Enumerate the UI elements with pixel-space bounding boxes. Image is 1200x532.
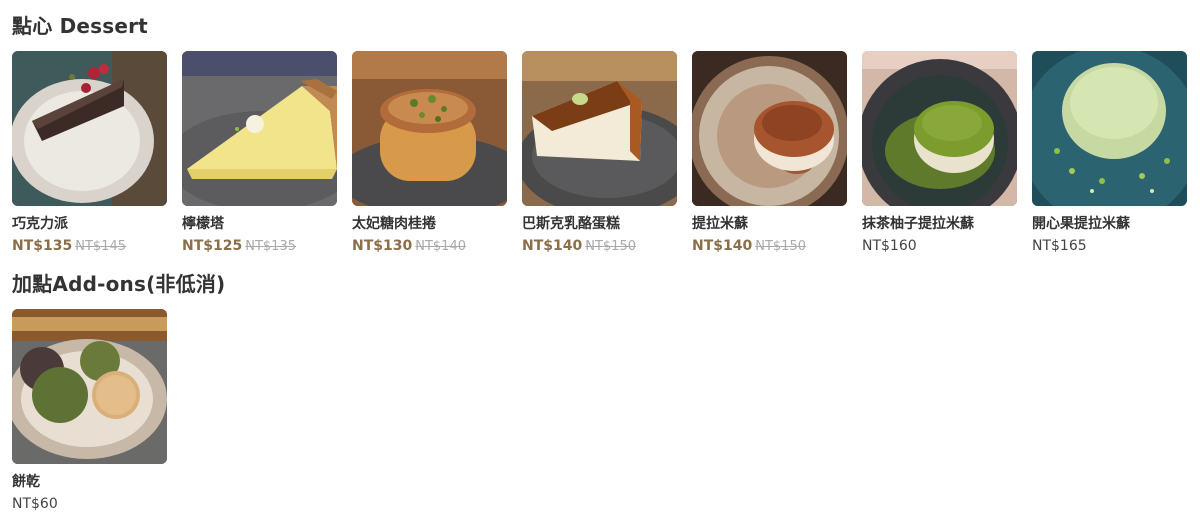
price-row: NT$60 [12, 495, 167, 513]
menu-item-name: 太妃糖肉桂捲 [352, 216, 436, 232]
chocolate-tart-image[interactable] [12, 51, 167, 206]
tiramisu-image[interactable] [692, 51, 847, 206]
menu-item-card[interactable]: 提拉米蘇 NT$140 NT$150 [692, 51, 847, 255]
section-title-addons: 加點Add-ons(非低消) [12, 272, 226, 296]
original-price: NT$135 [245, 239, 296, 254]
original-price: NT$150 [585, 239, 636, 254]
menu-item-card[interactable]: 餅乾 NT$60 [12, 309, 167, 513]
menu-item-name: 抹茶柚子提拉米蘇 [862, 216, 974, 232]
menu-item-name: 檸檬塔 [182, 216, 224, 232]
menu-item-card[interactable]: 太妃糖肉桂捲 NT$130 NT$140 [352, 51, 507, 255]
basque-cheesecake-image[interactable] [522, 51, 677, 206]
lemon-tart-image[interactable] [182, 51, 337, 206]
price: NT$165 [1032, 238, 1087, 254]
price-row: NT$125 NT$135 [182, 237, 337, 255]
pistachio-tiramisu-image[interactable] [1032, 51, 1187, 206]
menu-item-name: 提拉米蘇 [692, 216, 748, 232]
menu-item-card[interactable]: 巧克力派 NT$135 NT$145 [12, 51, 167, 255]
price-row: NT$135 NT$145 [12, 237, 167, 255]
menu-item-name: 開心果提拉米蘇 [1032, 216, 1130, 232]
sale-price: NT$140 [522, 238, 583, 254]
price-row: NT$130 NT$140 [352, 237, 507, 255]
price-row: NT$160 [862, 237, 1017, 255]
addons-grid: 餅乾 NT$60 [12, 309, 167, 513]
sale-price: NT$125 [182, 238, 243, 254]
original-price: NT$150 [755, 239, 806, 254]
section-title-dessert: 點心 Dessert [12, 14, 148, 38]
menu-item-name: 餅乾 [12, 474, 40, 490]
price-row: NT$140 NT$150 [522, 237, 677, 255]
original-price: NT$145 [75, 239, 126, 254]
toffee-cinnamon-roll-image[interactable] [352, 51, 507, 206]
menu-page: 點心 Dessert 巧克力派 NT$135 NT$145 檸檬塔 NT$125… [0, 0, 1200, 532]
menu-item-name: 巧克力派 [12, 216, 68, 232]
cookies-image[interactable] [12, 309, 167, 464]
menu-item-card[interactable]: 巴斯克乳酪蛋糕 NT$140 NT$150 [522, 51, 677, 255]
price: NT$60 [12, 496, 58, 512]
sale-price: NT$135 [12, 238, 73, 254]
sale-price: NT$140 [692, 238, 753, 254]
price: NT$160 [862, 238, 917, 254]
matcha-yuzu-tiramisu-image[interactable] [862, 51, 1017, 206]
price-row: NT$140 NT$150 [692, 237, 847, 255]
menu-item-name: 巴斯克乳酪蛋糕 [522, 216, 620, 232]
menu-item-card[interactable]: 檸檬塔 NT$125 NT$135 [182, 51, 337, 255]
sale-price: NT$130 [352, 238, 413, 254]
menu-item-card[interactable]: 開心果提拉米蘇 NT$165 [1032, 51, 1187, 255]
original-price: NT$140 [415, 239, 466, 254]
menu-item-card[interactable]: 抹茶柚子提拉米蘇 NT$160 [862, 51, 1017, 255]
price-row: NT$165 [1032, 237, 1187, 255]
dessert-grid: 巧克力派 NT$135 NT$145 檸檬塔 NT$125 NT$135 太妃糖… [12, 51, 1187, 255]
